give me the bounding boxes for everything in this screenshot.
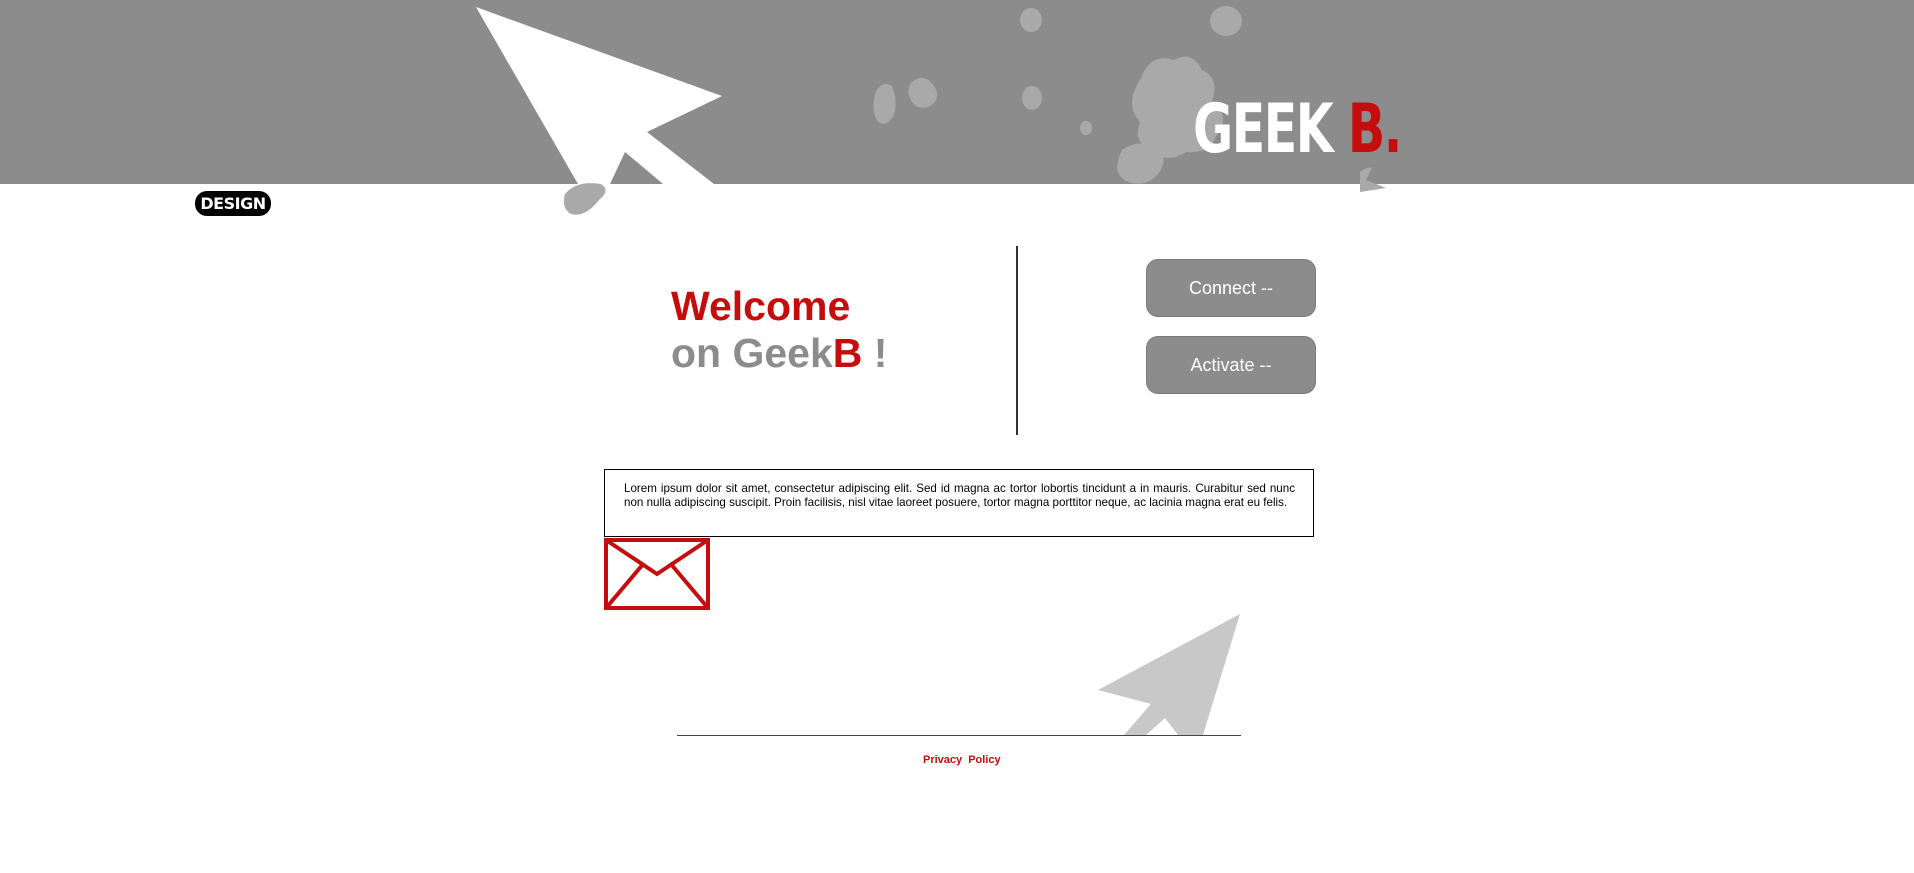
privacy-policy-link[interactable]: Privacy Policy	[923, 754, 1001, 766]
welcome-prefix: on Geek	[671, 330, 833, 376]
vertical-divider	[1016, 246, 1018, 435]
footer-divider	[677, 735, 1241, 736]
welcome-heading: Welcome	[671, 283, 851, 329]
welcome-accent: B	[832, 330, 863, 376]
header-banner	[0, 0, 1914, 184]
logo-accent: B.	[1347, 90, 1402, 169]
welcome-subheading: on GeekB !	[671, 329, 887, 377]
design-badge: DESIGN	[195, 191, 271, 216]
cursor-arrow-icon	[1098, 614, 1240, 735]
site-logo[interactable]: GEEK B.	[1193, 96, 1402, 164]
envelope-icon[interactable]	[604, 538, 710, 610]
activate-button[interactable]: Activate --	[1146, 336, 1316, 394]
intro-text-box: Lorem ipsum dolor sit amet, consectetur …	[604, 469, 1314, 537]
welcome-suffix: !	[862, 330, 888, 376]
connect-button[interactable]: Connect --	[1146, 259, 1316, 317]
paint-splash-shape	[563, 183, 606, 215]
logo-text: GEEK	[1193, 90, 1348, 169]
